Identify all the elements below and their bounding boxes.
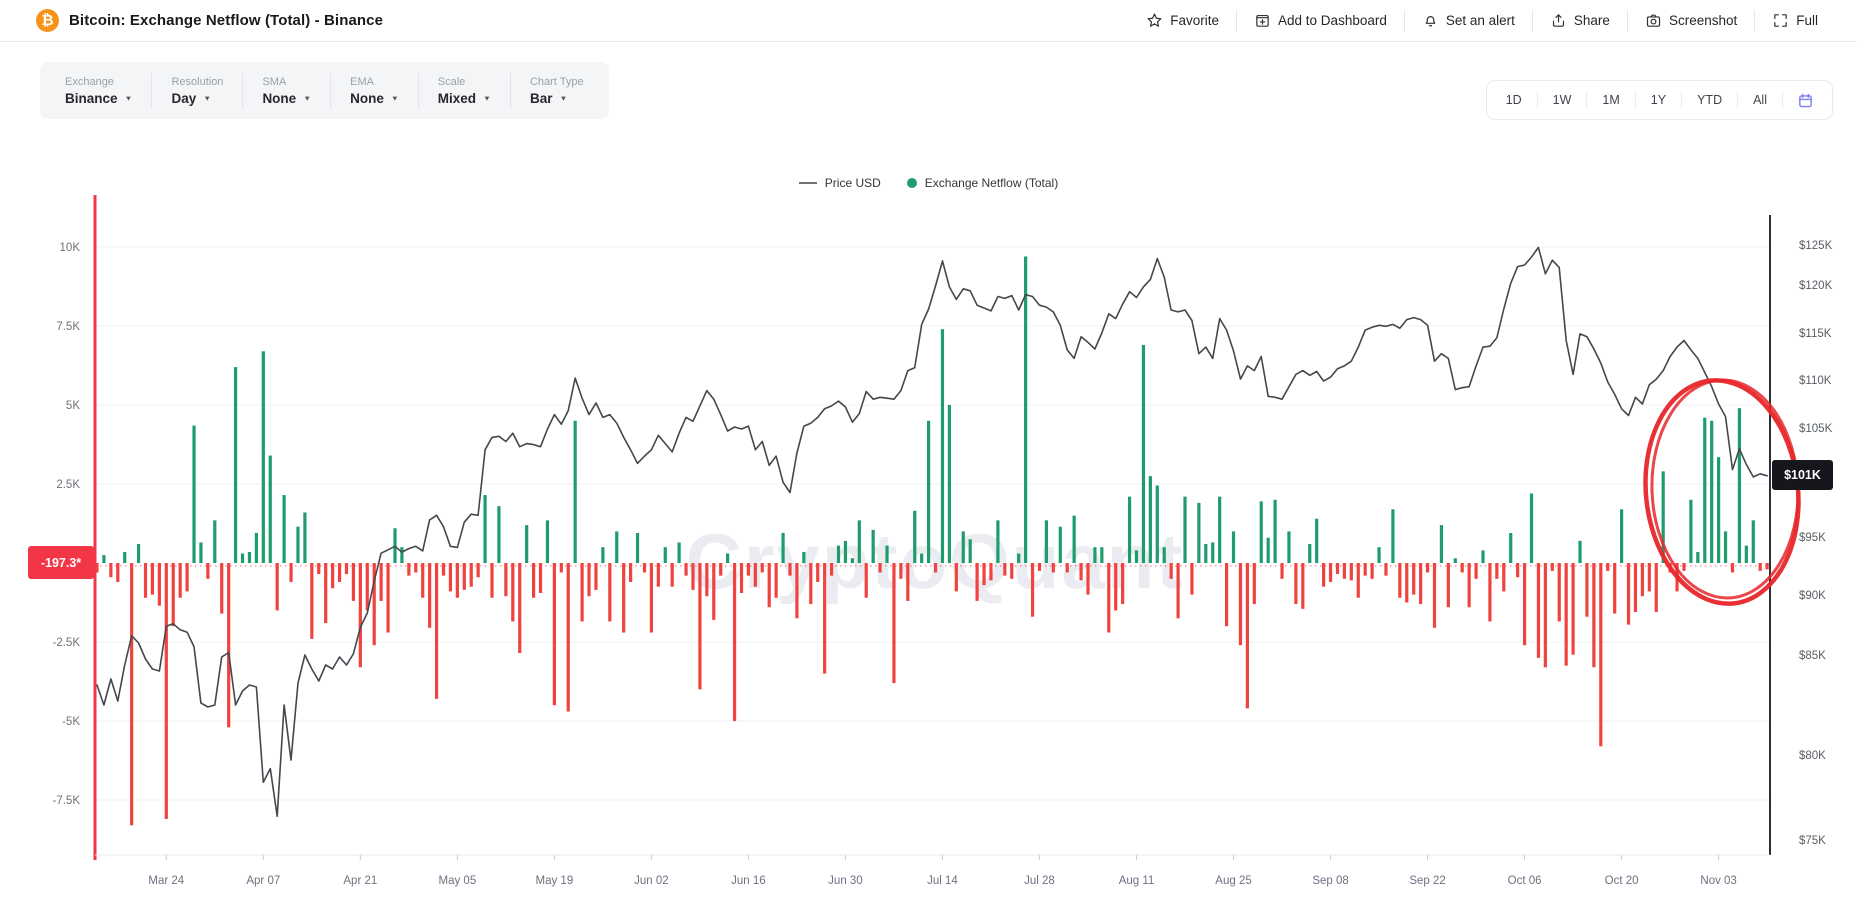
svg-text:May 05: May 05 (439, 875, 477, 887)
svg-text:$110K: $110K (1799, 375, 1832, 387)
svg-text:$105K: $105K (1799, 423, 1833, 435)
svg-text:Oct 06: Oct 06 (1508, 875, 1542, 887)
svg-text:$75K: $75K (1799, 835, 1826, 847)
svg-text:5K: 5K (66, 400, 80, 412)
svg-text:$125K: $125K (1799, 240, 1833, 252)
svg-text:Nov 03: Nov 03 (1700, 875, 1736, 887)
svg-text:Sep 08: Sep 08 (1312, 875, 1348, 887)
svg-text:May 19: May 19 (536, 875, 574, 887)
svg-text:$85K: $85K (1799, 650, 1826, 662)
svg-text:-7.5K: -7.5K (53, 795, 81, 807)
svg-text:$115K: $115K (1799, 328, 1832, 340)
svg-text:Jun 16: Jun 16 (731, 875, 766, 887)
svg-text:$120K: $120K (1799, 280, 1833, 292)
svg-text:10K: 10K (60, 242, 81, 254)
svg-text:Apr 07: Apr 07 (246, 875, 280, 887)
svg-text:Aug 25: Aug 25 (1215, 875, 1251, 887)
svg-text:2.5K: 2.5K (56, 479, 80, 491)
current-netflow-badge: -197.3* (28, 546, 94, 579)
svg-text:-2.5K: -2.5K (53, 637, 81, 649)
svg-text:Aug 11: Aug 11 (1119, 875, 1155, 887)
svg-text:Mar 24: Mar 24 (148, 875, 184, 887)
svg-text:Jul 14: Jul 14 (927, 875, 958, 887)
svg-text:Jun 02: Jun 02 (634, 875, 669, 887)
crypto-chart-page: ₿ Bitcoin: Exchange Netflow (Total) - Bi… (0, 0, 1857, 909)
current-price-badge: $101K (1772, 460, 1833, 490)
svg-text:Jul 28: Jul 28 (1024, 875, 1055, 887)
chart-area[interactable]: CryptoQuant10K7.5K5K2.5K-2.5K-5K-7.5K$12… (0, 0, 1857, 909)
svg-text:$80K: $80K (1799, 750, 1826, 762)
svg-text:Oct 20: Oct 20 (1605, 875, 1639, 887)
svg-text:Sep 22: Sep 22 (1409, 875, 1445, 887)
svg-text:$90K: $90K (1799, 590, 1826, 602)
svg-text:-5K: -5K (62, 716, 80, 728)
netflow-price-chart[interactable]: CryptoQuant10K7.5K5K2.5K-2.5K-5K-7.5K$12… (0, 0, 1857, 909)
svg-text:Apr 21: Apr 21 (343, 875, 377, 887)
svg-text:$95K: $95K (1799, 532, 1826, 544)
svg-text:7.5K: 7.5K (56, 321, 80, 333)
svg-text:Jun 30: Jun 30 (828, 875, 863, 887)
